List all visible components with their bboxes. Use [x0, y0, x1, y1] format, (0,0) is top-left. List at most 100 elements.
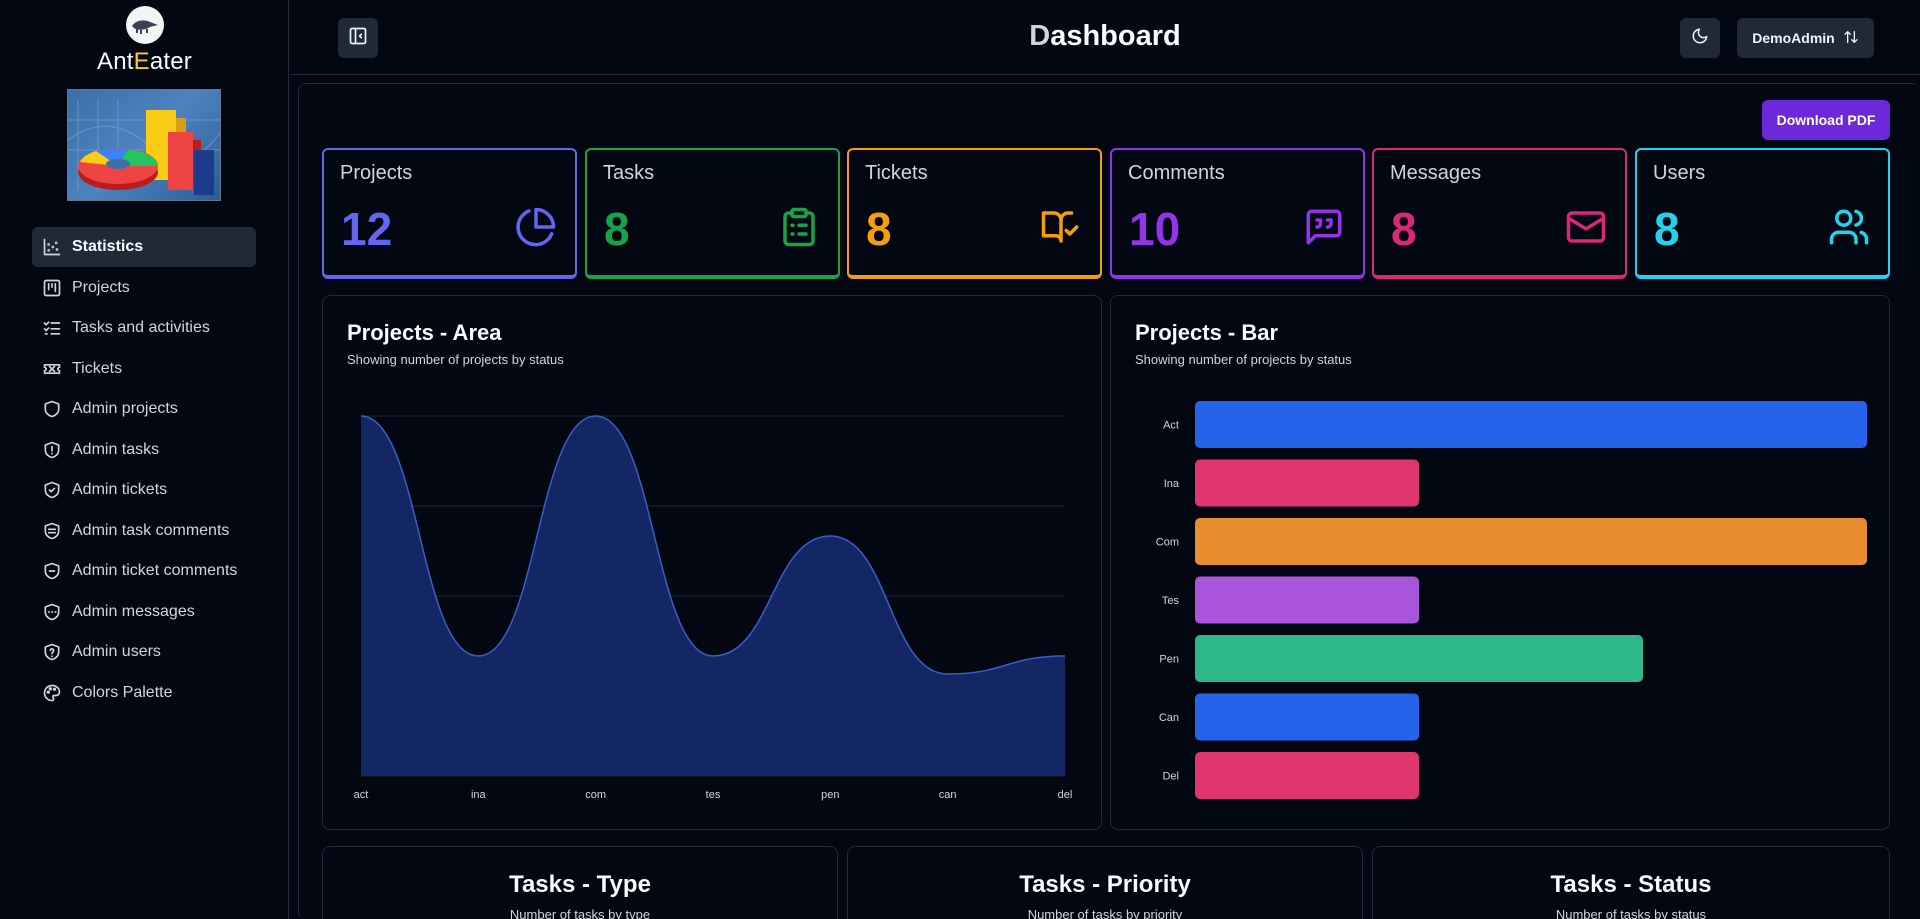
stat-value: 8 [1654, 203, 1680, 255]
palette-icon [41, 682, 63, 704]
kanban-icon [41, 277, 63, 299]
sidebar-item-label: Admin users [72, 643, 161, 660]
top-header: Dashboard DemoAdmin [290, 0, 1920, 75]
bar-ina[interactable] [1195, 459, 1419, 507]
dashboard-illustration [67, 89, 221, 201]
sidebar-item-admin-projects[interactable]: Admin projects [32, 389, 256, 429]
card-subtitle: Number of tasks by status [1555, 907, 1707, 919]
sidebar-item-label: Admin tasks [72, 440, 160, 458]
bar-chart: Act Ina Com Tes Pen Can Del [1156, 401, 1867, 799]
sidebar-item-label: Admin tickets [72, 481, 168, 498]
stat-card-tickets[interactable]: Tickets 8 [847, 148, 1102, 279]
x-tick-label: com [585, 789, 606, 801]
sidebar: AntEater Statistics Projects Tasks and a… [0, 0, 289, 919]
bar-can[interactable] [1195, 693, 1419, 741]
logo[interactable]: AntEater [0, 6, 289, 76]
area-series-line [360, 415, 1066, 675]
sidebar-item-label: Admin messages [72, 602, 195, 620]
moon-icon [1691, 27, 1709, 50]
stat-value: 8 [1391, 203, 1417, 255]
x-tick-label: pen [821, 789, 839, 801]
stat-card-comments[interactable]: Comments 10 [1110, 148, 1365, 279]
page-title: Dashboard [1029, 20, 1181, 52]
chart-scatter-icon [41, 236, 63, 258]
sidebar-item-projects[interactable]: Projects [32, 268, 256, 308]
stat-label: Projects [340, 162, 413, 184]
sidebar-nav: Statistics Projects Tasks and activities… [32, 227, 256, 713]
stat-label: Users [1653, 162, 1706, 184]
stat-label: Messages [1390, 162, 1482, 184]
stat-card-users[interactable]: Users 8 [1635, 148, 1890, 279]
area-chart: act ina com tes pen can del [354, 415, 1073, 801]
users-icon [1828, 206, 1870, 248]
sidebar-item-label: Colors Palette [72, 683, 173, 701]
tasks-status-card: Tasks - Status Number of tasks by status [1372, 846, 1890, 919]
x-tick-label: del [1058, 789, 1073, 801]
sidebar-item-label: Admin projects [72, 400, 178, 417]
list-checks-icon [41, 317, 63, 339]
bar-pen[interactable] [1195, 635, 1643, 682]
sidebar-item-label: Admin ticket comments [72, 562, 238, 579]
sidebar-item-admin-users[interactable]: Admin users [32, 632, 256, 672]
x-tick-label: tes [706, 789, 721, 801]
sidebar-item-admin-ticket-comments[interactable]: Admin ticket comments [32, 551, 256, 591]
shield-icon [41, 398, 63, 420]
ticket-icon [41, 358, 63, 380]
shield-check-icon [41, 479, 63, 501]
sidebar-item-label: Statistics [72, 238, 144, 255]
stat-value: 10 [1129, 203, 1181, 255]
stat-card-projects[interactable]: Projects 12 [322, 148, 577, 279]
bar-del[interactable] [1195, 752, 1419, 799]
stat-label: Comments [1128, 162, 1225, 184]
book-check-icon [1040, 206, 1082, 248]
card-subtitle: Number of tasks by priority [1027, 907, 1183, 919]
theme-toggle-button[interactable] [1680, 18, 1720, 58]
stat-label: Tickets [865, 162, 928, 184]
clipboard-list-icon [778, 206, 820, 248]
tasks-type-card: Tasks - Type Number of tasks by type [322, 846, 838, 919]
sidebar-item-label: Tasks and activities [72, 319, 210, 336]
y-tick-label: Act [1163, 420, 1179, 432]
shield-minus-icon [41, 560, 63, 582]
x-tick-label: act [354, 789, 369, 801]
bar-tes[interactable] [1195, 576, 1419, 624]
stat-value: 8 [866, 203, 892, 255]
message-quote-icon [1303, 206, 1345, 248]
stat-card-messages[interactable]: Messages 8 [1372, 148, 1627, 279]
card-title: Tasks - Type [509, 871, 651, 898]
x-tick-label: can [939, 789, 957, 801]
arrow-up-down-icon [1843, 29, 1859, 48]
y-tick-label: Can [1159, 712, 1179, 724]
card-subtitle: Number of tasks by type [509, 907, 651, 919]
sidebar-item-statistics[interactable]: Statistics [32, 227, 256, 267]
pie-chart-icon [515, 206, 557, 248]
user-name: DemoAdmin [1752, 30, 1835, 46]
sidebar-item-admin-tickets[interactable]: Admin tickets [32, 470, 256, 510]
sidebar-item-admin-task-comments[interactable]: Admin task comments [32, 511, 256, 551]
stat-card-tasks[interactable]: Tasks 8 [585, 148, 840, 279]
anteater-logo-icon [125, 6, 164, 44]
bar-com[interactable] [1195, 518, 1867, 565]
bar-act[interactable] [1195, 401, 1867, 448]
user-menu-button[interactable]: DemoAdmin [1737, 18, 1874, 58]
shield-question-icon [41, 641, 63, 663]
brand-name: AntEater [97, 48, 192, 75]
shield-ellipsis-icon [41, 601, 63, 623]
shield-alert-icon [41, 439, 63, 461]
stat-value: 8 [604, 203, 630, 255]
mail-icon [1565, 206, 1607, 248]
sidebar-item-admin-messages[interactable]: Admin messages [32, 592, 256, 632]
sidebar-item-label: Projects [72, 278, 130, 296]
download-pdf-button[interactable]: Download PDF [1762, 100, 1890, 140]
sidebar-item-label: Tickets [72, 359, 123, 377]
sidebar-item-tickets[interactable]: Tickets [32, 349, 256, 389]
projects-area-card: Projects - Area Showing number of projec… [322, 295, 1102, 830]
y-tick-label: Pen [1159, 654, 1179, 666]
card-title: Tasks - Priority [1019, 871, 1191, 898]
sidebar-item-colors-palette[interactable]: Colors Palette [32, 673, 256, 713]
y-tick-label: Com [1156, 537, 1179, 549]
card-title: Tasks - Status [1550, 871, 1712, 898]
stat-value: 12 [341, 203, 393, 255]
sidebar-item-admin-tasks[interactable]: Admin tasks [32, 430, 256, 470]
sidebar-item-tasks[interactable]: Tasks and activities [32, 308, 256, 348]
